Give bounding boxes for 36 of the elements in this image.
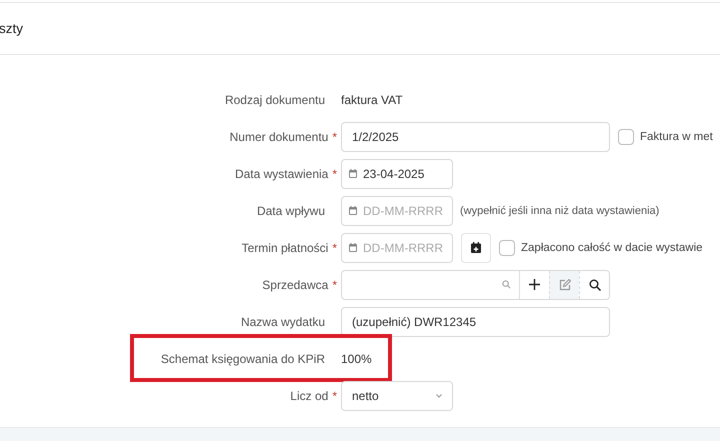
field-label: Nazwa wydatku bbox=[240, 314, 325, 328]
select-field[interactable]: netto bbox=[341, 380, 453, 410]
field-value: faktura VAT bbox=[341, 92, 403, 106]
date-field[interactable]: 23-04-2025 bbox=[341, 158, 453, 188]
checkbox[interactable] bbox=[499, 240, 515, 256]
calendar-button[interactable] bbox=[461, 232, 491, 262]
checkbox-label: Zapłacono całość w dacie wystawie bbox=[521, 242, 703, 254]
field-label: Data wpływu bbox=[256, 204, 325, 218]
checkbox-label: Faktura w met bbox=[640, 130, 713, 142]
field-label: Numer dokumentu bbox=[230, 130, 328, 144]
checkbox[interactable] bbox=[618, 128, 634, 144]
chevron-icon bbox=[436, 394, 442, 398]
calendar-icon bbox=[349, 243, 357, 252]
field-label: Sprzedawca bbox=[262, 278, 328, 292]
field-value: 100% bbox=[341, 352, 372, 366]
calendar-plus-icon bbox=[471, 242, 481, 253]
edit-icon bbox=[558, 278, 570, 290]
required-mark: * bbox=[332, 278, 337, 292]
search-icon bbox=[588, 278, 600, 290]
field-label: Rodzaj dokumentu bbox=[224, 92, 325, 106]
field-label: Schemat księgowania do KPiR bbox=[160, 352, 325, 366]
required-mark: * bbox=[332, 240, 337, 254]
hint-text: (wypełnić jeśli inna niż data wystawienia) bbox=[460, 204, 660, 216]
search-icon bbox=[502, 280, 511, 289]
input-field[interactable]: 1/2/2025 bbox=[341, 122, 610, 152]
required-mark: * bbox=[332, 388, 337, 402]
search-button[interactable] bbox=[579, 270, 609, 298]
required-mark: * bbox=[332, 130, 337, 144]
required-mark: * bbox=[332, 166, 337, 180]
input-field[interactable]: (uzupełnić) DWR12345 bbox=[341, 306, 610, 336]
plus-icon bbox=[529, 279, 540, 290]
field-label: Data wystawienia bbox=[234, 166, 328, 180]
calendar-icon bbox=[349, 169, 357, 178]
field-label: Licz od bbox=[290, 388, 328, 402]
calendar-icon bbox=[349, 206, 357, 215]
field-label: Termin płatności bbox=[242, 240, 328, 254]
